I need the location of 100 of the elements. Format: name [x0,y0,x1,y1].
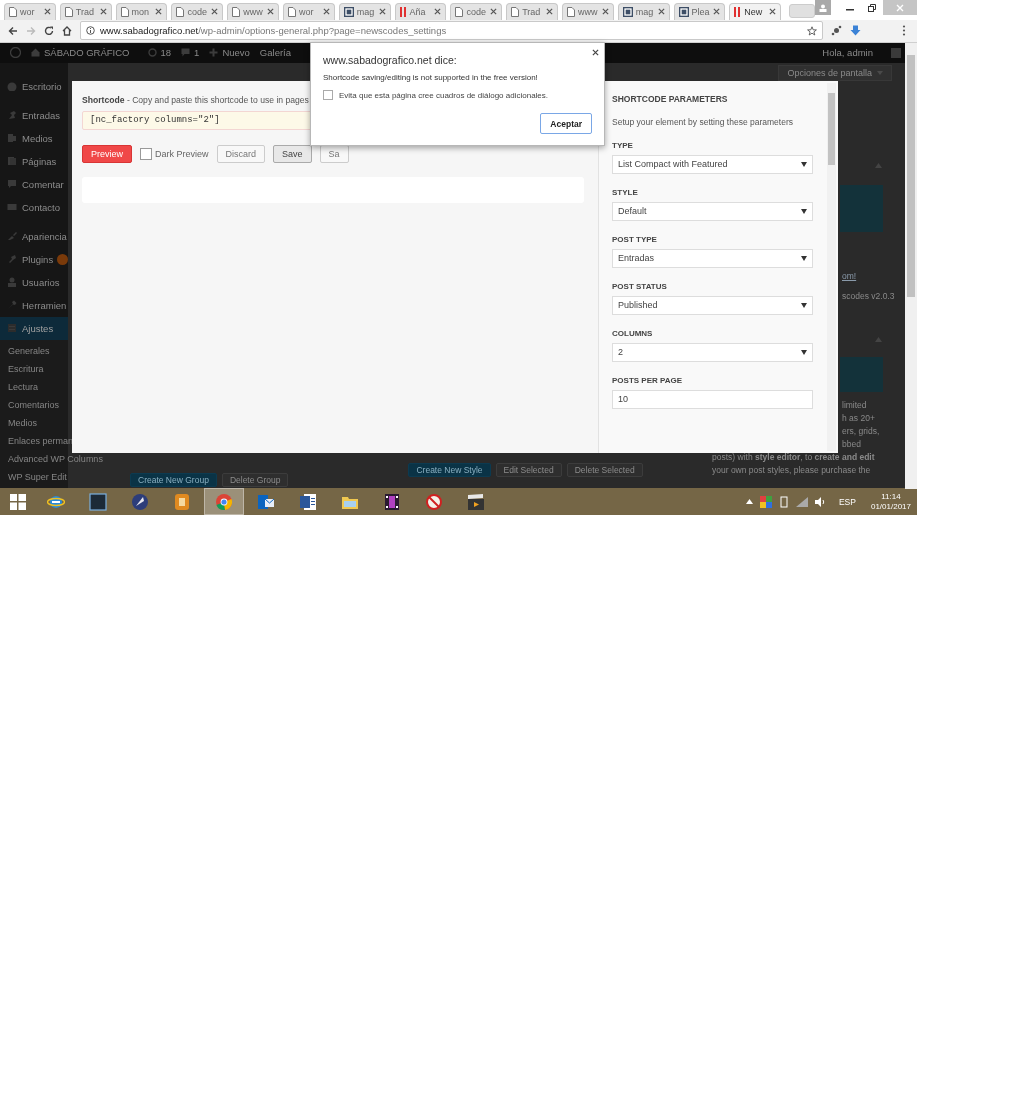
colored-squares-icon[interactable] [759,495,772,508]
group-action-button[interactable]: Create New Group [130,473,217,487]
tab-close-icon[interactable] [769,8,777,16]
browser-tab[interactable]: Plea [673,2,726,20]
submenu-item[interactable]: Comentarios [0,395,60,414]
tab-close-icon[interactable] [155,8,163,16]
square-logo-icon [343,6,354,17]
sparkle-icon[interactable] [831,25,842,37]
reload-icon[interactable] [44,25,54,36]
back-icon[interactable] [8,25,18,36]
info-icon[interactable] [86,26,95,36]
sidebar-menu-item[interactable]: Ajustes [0,316,68,340]
caret-up-icon[interactable] [745,499,753,504]
tab-close-icon[interactable] [43,8,51,16]
browser-tab[interactable]: www [227,2,279,20]
site-name-link[interactable]: SÁBADO GRÁFICO [44,47,130,59]
close-icon[interactable] [592,49,599,56]
address-field[interactable]: www.sabadografico.net/wp-admin/options-general.php?page=newscodes_settings [80,21,823,41]
submenu-item[interactable]: Medios [0,413,37,432]
home-icon[interactable] [62,25,72,36]
device-icon[interactable] [778,495,789,508]
browser-tab[interactable]: New [729,2,782,20]
sidebar-menu-item[interactable]: Contacto [0,195,68,219]
browser-tab[interactable]: mag [617,2,670,20]
submenu-item[interactable]: Lectura [0,377,39,396]
sidebar-menu-item[interactable]: Entradas [0,103,68,127]
caret-icon [801,161,807,167]
submenu-item[interactable]: Generales [0,341,50,360]
clock[interactable]: 11:14 01/01/2017 [870,491,911,512]
screen-options-button[interactable]: Opciones de pantalla [778,64,892,81]
tab-close-icon[interactable] [490,8,498,16]
action-button[interactable]: Discard [216,144,266,163]
shortcode-heading: Shortcode - Copy and paste this shortcode to use in pages [82,94,309,105]
language-indicator[interactable]: ESP [838,496,856,507]
style-action-button[interactable]: Create New Style [408,463,491,477]
tab-close-icon[interactable] [434,8,442,16]
sidebar-menu-item[interactable]: Páginas [0,149,68,173]
browser-tab[interactable]: mag [338,2,391,20]
browser-tab[interactable]: Trad [59,2,112,20]
browser-tab[interactable]: code [171,2,224,20]
greeting-link[interactable]: Hola, admin [822,47,873,59]
url-text: www.sabadografico.net/wp-admin/options-general.php?page=newscodes_settings [100,25,448,37]
new-menu-link[interactable]: Nuevo [222,47,250,59]
submenu-item[interactable]: Advanced WP Columns [0,449,103,468]
sidebar-menu-item[interactable]: Plugins [0,247,68,271]
sidebar-menu-item[interactable]: Escritorio [0,74,68,98]
input-field[interactable]: 10 [612,389,813,409]
browser-tab[interactable]: code [450,2,503,20]
bookmark-star-icon[interactable] [807,25,817,36]
sidebar-menu-item[interactable]: Usuarios [0,270,68,294]
windows-logo-icon [10,493,26,510]
updates-count[interactable]: 18 [160,47,172,59]
feather-icon [131,492,149,511]
checkbox[interactable] [140,147,152,160]
style-action-button[interactable]: Edit Selected [495,463,562,477]
submenu-item[interactable]: Enlaces perman [0,431,74,450]
browser-tab[interactable]: www [561,2,614,20]
submenu-item[interactable]: Escritura [0,359,44,378]
select-field[interactable]: Default [612,201,813,221]
submenu-item[interactable]: WP Super Edit [0,467,67,486]
gallery-menu-link[interactable]: Galería [259,47,291,59]
style-action-button[interactable]: Delete Selected [566,463,643,477]
sidebar-menu-item[interactable]: Comentar [0,172,68,196]
tab-close-icon[interactable] [267,8,274,16]
preview-button[interactable]: Preview [82,144,132,163]
browser-tab[interactable]: Aña [394,2,447,20]
tab-close-icon[interactable] [378,8,386,16]
tab-close-icon[interactable] [713,8,721,16]
sidebar-menu-item[interactable]: Apariencia [0,224,68,248]
select-field[interactable]: List Compact with Featured [612,154,813,174]
plugin-link[interactable]: om! [842,270,857,281]
browser-tab[interactable]: mon [115,2,168,20]
tab-close-icon[interactable] [211,8,219,16]
browser-tab[interactable]: wor [283,2,335,20]
select-field[interactable]: Entradas [612,248,813,268]
group-action-button[interactable]: Delete Group [221,473,289,487]
bars-icon [399,6,407,17]
comments-count[interactable]: 1 [194,47,200,59]
speaker-icon[interactable] [814,496,826,507]
pages-icon [7,156,17,167]
tab-close-icon[interactable] [322,8,330,16]
tab-close-icon[interactable] [545,8,553,16]
tab-close-icon[interactable] [657,8,665,16]
browser-tab[interactable]: wor [4,2,56,20]
download-arrow-icon[interactable] [850,25,861,37]
accept-button[interactable]: Aceptar [540,113,592,134]
action-button[interactable]: Save [273,144,312,163]
promo-text: bbed [841,437,862,451]
sidebar-menu-item[interactable]: Herramien [0,293,68,317]
page-scrollbar[interactable] [905,42,917,489]
caret-icon [877,70,883,75]
tab-close-icon[interactable] [99,8,107,16]
dialog-title: www.sabadografico.net dice: [323,54,458,66]
select-field[interactable]: Published [612,295,813,315]
panel-scrollbar[interactable] [827,82,836,451]
sidebar-menu-item[interactable]: Medios [0,126,68,150]
checkbox[interactable] [323,90,333,100]
browser-tab[interactable]: Trad [506,2,558,20]
select-field[interactable]: 2 [612,342,813,362]
tab-close-icon[interactable] [601,8,609,16]
